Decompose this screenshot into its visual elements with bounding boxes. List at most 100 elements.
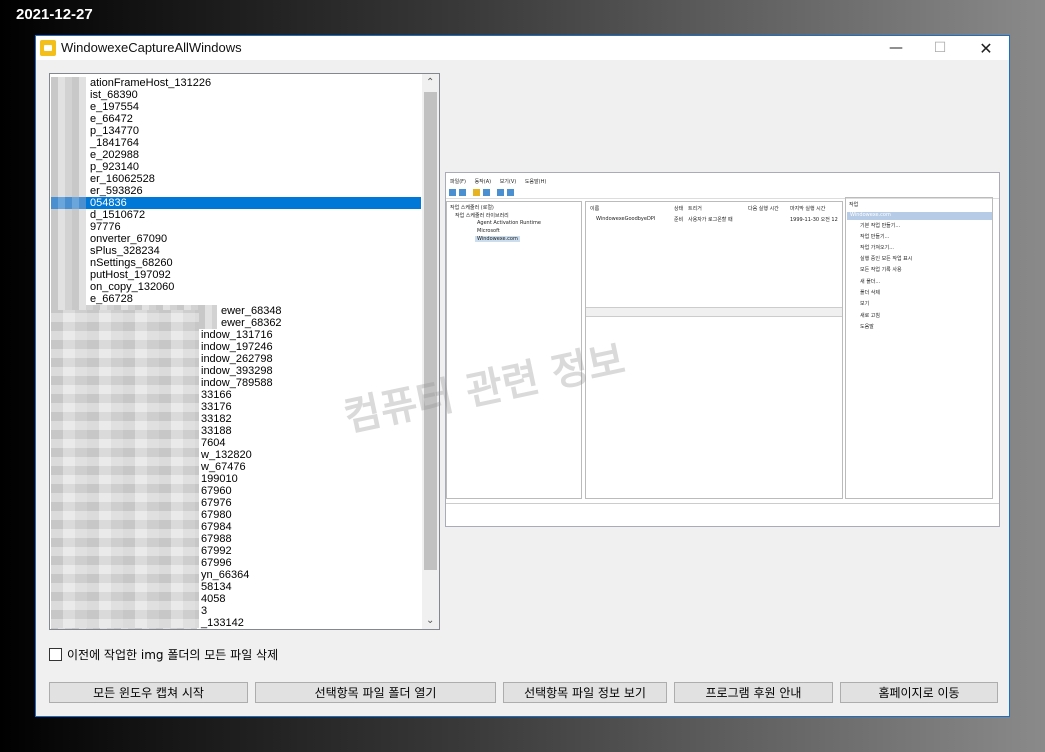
pixelated-redaction [51, 257, 86, 269]
list-item-label: e_66728 [90, 293, 133, 305]
list-item-label: 67996 [201, 557, 232, 569]
sponsor-button[interactable]: 프로그램 후원 안내 [674, 682, 833, 703]
preview-menu-item: 도움말(H) [524, 179, 547, 185]
app-icon [40, 40, 56, 56]
list-item-label: w_67476 [201, 461, 246, 473]
pixelated-redaction [51, 269, 86, 281]
list-item[interactable]: sPlus_328234 [51, 245, 421, 257]
scroll-up-arrow-icon[interactable]: ⌃ [426, 77, 434, 88]
action-item: 모든 작업 기록 사용 [860, 267, 902, 273]
list-item-label: _1841764 [90, 137, 139, 149]
list-item[interactable]: d_1510672 [51, 209, 421, 221]
list-item[interactable]: p_923140 [51, 161, 421, 173]
preview-menu-item: 파일(F) [450, 179, 466, 185]
window-list[interactable]: ationFrameHost_131226 ist_68390 e_197554 e_… [49, 73, 440, 630]
list-item-label: indow_262798 [201, 353, 273, 365]
scroll-down-arrow-icon[interactable]: ⌄ [426, 615, 434, 626]
list-item-label: ewer_68362 [221, 317, 282, 329]
action-item: 작업 만들기... [860, 234, 890, 240]
action-item: 실행 중인 모든 작업 표시 [860, 256, 913, 262]
list-item-label: indow_131716 [201, 329, 273, 341]
list-item[interactable]: e_66472 [51, 113, 421, 125]
help-icon [497, 189, 504, 196]
column-header: 트리거 [688, 206, 702, 212]
list-item-label: ationFrameHost_131226 [90, 77, 212, 89]
file-info-button[interactable]: 선택항목 파일 정보 보기 [503, 682, 667, 703]
back-icon [449, 189, 456, 196]
pixelated-redaction [51, 221, 86, 233]
scroll-thumb[interactable] [424, 92, 437, 570]
list-item-label: ist_68390 [90, 89, 138, 101]
list-item[interactable]: e_66728 [51, 293, 421, 305]
list-item[interactable]: e_197554 [51, 101, 421, 113]
open-folder-button[interactable]: 선택항목 파일 폴더 열기 [255, 682, 496, 703]
list-item[interactable]: putHost_197092 [51, 269, 421, 281]
tree-item: 작업 스케줄러 (로컬) [450, 205, 494, 211]
homepage-button[interactable]: 홈페이지로 이동 [840, 682, 998, 703]
action-item: 작업 가져오기... [860, 245, 894, 251]
preview-task-list: 이름 상태 트리거 다음 실행 시간 마지막 실행 시간 WindowexeGo… [585, 201, 843, 499]
list-item-label: 4058 [201, 593, 226, 605]
forward-icon [459, 189, 466, 196]
action-item: 보기 [860, 301, 870, 307]
list-item-label: indow_393298 [201, 365, 273, 377]
capture-all-button[interactable]: 모든 윈도우 캡쳐 시작 [49, 682, 248, 703]
list-item[interactable]: 97776 [51, 221, 421, 233]
column-header: 상태 [674, 206, 684, 212]
list-item-label: 67960 [201, 485, 232, 497]
list-item[interactable]: _1841764 [51, 137, 421, 149]
list-item-label: 33176 [201, 401, 232, 413]
pixelated-redaction [51, 113, 86, 125]
task-cell: WindowexeGoodbyeDPI [596, 216, 656, 222]
title-bar[interactable]: WindowexeCaptureAllWindows — ☐ ✕ [36, 36, 1009, 60]
pixelated-redaction [51, 101, 86, 113]
list-item-label: 58134 [201, 581, 232, 593]
list-item[interactable]: er_593826 [51, 185, 421, 197]
delete-files-option[interactable]: 이전에 작업한 img 폴더의 모든 파일 삭제 [49, 646, 278, 663]
list-item[interactable]: onverter_67090 [51, 233, 421, 245]
list-item[interactable]: 054836 [51, 197, 421, 209]
tree-item: 작업 스케줄러 라이브러리 [455, 213, 509, 219]
list-item[interactable]: ationFrameHost_131226 [51, 77, 421, 89]
close-button[interactable]: ✕ [963, 36, 1009, 60]
window-title: WindowexeCaptureAllWindows [61, 40, 242, 55]
list-item-label: yn_66364 [201, 569, 250, 581]
list-item-label: d_1510672 [90, 209, 146, 221]
task-cell: 사용자가 로그온할 때 [688, 217, 733, 223]
list-item[interactable]: p_134770 [51, 125, 421, 137]
preview-menu-item: 보기(V) [499, 179, 517, 185]
list-item-label: 7604 [201, 437, 226, 449]
list-item-label: 33166 [201, 389, 232, 401]
list-scrollbar[interactable]: ⌃ ⌄ [422, 74, 439, 629]
action-item: 새로 고침 [860, 313, 880, 319]
preview-actions: 작업 Windowexe.com 기본 작업 만들기... 작업 만들기... … [845, 197, 993, 499]
maximize-button[interactable]: ☐ [917, 36, 963, 60]
list-item-label: er_593826 [90, 185, 143, 197]
list-item-label: 67988 [201, 533, 232, 545]
column-header: 이름 [590, 206, 600, 212]
list-item-label: e_202988 [90, 149, 139, 161]
list-item-label: indow_789588 [201, 377, 273, 389]
pixelated-redaction [51, 310, 199, 628]
list-item-label: 67980 [201, 509, 232, 521]
folder-icon [473, 189, 480, 196]
list-item[interactable]: on_copy_132060 [51, 281, 421, 293]
list-item[interactable]: e_202988 [51, 149, 421, 161]
list-item[interactable]: er_16062528 [51, 173, 421, 185]
list-item-label: p_134770 [90, 125, 139, 137]
list-item-label: indow_197246 [201, 341, 273, 353]
delete-files-label: 이전에 작업한 img 폴더의 모든 파일 삭제 [67, 648, 279, 662]
list-item[interactable]: ist_68390 [51, 89, 421, 101]
list-item-label: 67992 [201, 545, 232, 557]
minimize-button[interactable]: — [873, 36, 919, 60]
delete-files-checkbox[interactable] [49, 648, 62, 661]
pixelated-redaction [51, 137, 86, 149]
list-item-label: 3 [201, 605, 208, 617]
list-item-label: _133142 [201, 617, 244, 629]
list-item[interactable]: nSettings_68260 [51, 257, 421, 269]
list-item-label: nSettings_68260 [90, 257, 173, 269]
pixelated-redaction [51, 233, 86, 245]
list-item-label: er_16062528 [90, 173, 155, 185]
list-item-label: onverter_67090 [90, 233, 168, 245]
pane-icon [507, 189, 514, 196]
